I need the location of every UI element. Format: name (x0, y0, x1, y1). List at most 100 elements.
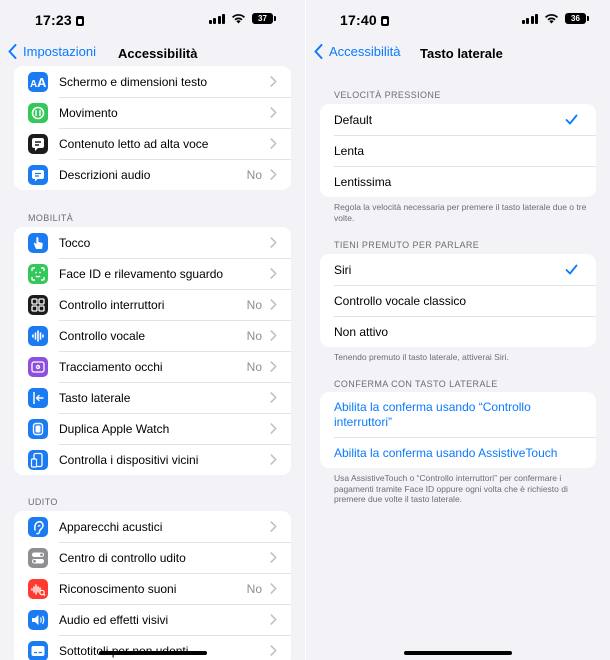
home-indicator (99, 651, 207, 655)
confirm-footer: Usa AssistiveTouch o “Controllo interrut… (334, 473, 568, 504)
sound-recognition-icon (28, 578, 48, 599)
spoken-content-icon (28, 133, 48, 154)
row-value: No (246, 328, 262, 343)
chevron-right-icon (270, 521, 277, 532)
settings-row-tracciamento-occhi[interactable]: Tracciamento occhi No (14, 351, 291, 382)
option-lenta[interactable]: Lenta (320, 135, 596, 166)
section-header-hearing: UDITO (28, 497, 58, 507)
settings-row-apparecchi-acustici[interactable]: Apparecchi acustici (14, 511, 291, 542)
option-default[interactable]: Default (320, 104, 596, 135)
row-label: Audio ed effetti visivi (59, 612, 169, 627)
audio-visual-icon (28, 609, 48, 630)
chevron-right-icon (270, 645, 277, 656)
chevron-right-icon (270, 361, 277, 372)
settings-row-sottotitoli-per-non-udenti[interactable]: Sottotitoli per non udenti (14, 635, 291, 660)
option-label: Siri (334, 262, 352, 277)
row-label: Controllo vocale (59, 328, 146, 343)
subtitles-icon (28, 640, 48, 660)
accessibility-screen: 17:23 37 Impostazioni Accessibilità A A Sc… (0, 0, 305, 660)
settings-row-riconoscimento-suoni[interactable]: Riconoscimento suoni No (14, 573, 291, 604)
cellular-signal-icon (208, 13, 225, 24)
back-label: Accessibilità (329, 44, 401, 59)
chevron-right-icon (270, 107, 277, 118)
option-label: Lentissima (334, 174, 392, 189)
chevron-right-icon (270, 552, 277, 563)
row-value: No (246, 297, 262, 312)
back-button[interactable]: Impostazioni (8, 44, 96, 59)
chevron-right-icon (270, 614, 277, 625)
row-label: Movimento (59, 105, 118, 120)
settings-row-controlla-i-dispositivi-vicini[interactable]: Controlla i dispositivi vicini (14, 444, 291, 475)
chevron-right-icon (270, 330, 277, 341)
checkmark-icon (565, 114, 578, 125)
link-label: Abilita la conferma usando “Controllo in… (334, 399, 531, 429)
chevron-right-icon (270, 454, 277, 465)
settings-row-controllo-vocale[interactable]: Controllo vocale No (14, 320, 291, 351)
row-label: Tasto laterale (59, 390, 131, 405)
side-button-screen: 17:40 36 Accessibilità Tasto laterale VE… (306, 0, 610, 660)
status-bar: 17:23 37 (0, 0, 305, 40)
link-label: Abilita la conferma usando AssistiveTouc… (334, 445, 558, 460)
settings-row-duplica-apple-watch[interactable]: Duplica Apple Watch (14, 413, 291, 444)
row-label: Descrizioni audio (59, 167, 151, 182)
touch-icon (28, 232, 48, 253)
settings-row-contenuto-letto-ad-alta-voce[interactable]: Contenuto letto ad alta voce (14, 128, 291, 159)
chevron-right-icon (270, 138, 277, 149)
navigation-bar: Impostazioni Accessibilità (0, 40, 305, 68)
hearing-control-icon (28, 547, 48, 568)
battery-icon: 37 (252, 13, 276, 24)
option-label: Lenta (334, 143, 365, 158)
switch-control-icon (28, 294, 48, 315)
option-non-attivo[interactable]: Non attivo (320, 316, 596, 347)
page-title: Tasto laterale (420, 46, 503, 61)
option-label: Default (334, 112, 373, 127)
settings-row-controllo-interruttori[interactable]: Controllo interruttori No (14, 289, 291, 320)
checkmark-icon (565, 264, 578, 275)
row-label: Controlla i dispositivi vicini (59, 452, 199, 467)
chevron-right-icon (270, 237, 277, 248)
chevron-left-icon (314, 44, 323, 59)
chevron-right-icon (270, 299, 277, 310)
navigation-bar: Accessibilità Tasto laterale (306, 40, 610, 68)
chevron-left-icon (8, 44, 17, 59)
hearing-group: Apparecchi acustici Centro di controllo u… (14, 511, 291, 660)
option-label: Non attivo (334, 324, 389, 339)
option-controllo-vocale-classico[interactable]: Controllo vocale classico (320, 285, 596, 316)
speed-footer: Regola la velocità necessaria per premer… (334, 202, 587, 223)
face-id-icon (28, 263, 48, 284)
row-label: Tracciamento occhi (59, 359, 163, 374)
option-lentissima[interactable]: Lentissima (320, 166, 596, 197)
enable-switch-control-confirmation-link[interactable]: Abilita la conferma usando “Controllo in… (320, 392, 596, 437)
row-value: No (246, 581, 262, 596)
back-button[interactable]: Accessibilità (314, 44, 401, 59)
option-siri[interactable]: Siri (320, 254, 596, 285)
hold-footer: Tenendo premuto il tasto laterale, attiv… (334, 352, 509, 362)
hearing-aid-icon (28, 516, 48, 537)
row-label: Centro di controllo udito (59, 550, 186, 565)
chevron-right-icon (270, 392, 277, 403)
home-indicator (404, 651, 512, 655)
apple-watch-icon (28, 418, 48, 439)
section-header-confirm: CONFERMA CON TASTO LATERALE (334, 379, 498, 389)
settings-row-tasto-laterale[interactable]: Tasto laterale (14, 382, 291, 413)
eye-tracking-icon (28, 356, 48, 377)
speed-options: Default Lenta Lentissima (320, 104, 596, 197)
focus-icon (75, 16, 84, 26)
section-header-speed: VELOCITÀ PRESSIONE (334, 90, 441, 100)
settings-row-descrizioni-audio[interactable]: Descrizioni audio No (14, 159, 291, 190)
row-value: No (246, 167, 262, 182)
settings-row-audio-ed-effetti-visivi[interactable]: Audio ed effetti visivi (14, 604, 291, 635)
settings-row-centro-di-controllo-udito[interactable]: Centro di controllo udito (14, 542, 291, 573)
settings-row-tocco[interactable]: Tocco (14, 227, 291, 258)
battery-level: 37 (258, 14, 267, 23)
cellular-signal-icon (521, 13, 538, 24)
settings-row-schermo-e-dimensioni-testo[interactable]: A A Schermo e dimensioni testo (14, 66, 291, 97)
mobility-group: Tocco Face ID e rilevamento sguardo Contro… (14, 227, 291, 475)
row-label: Duplica Apple Watch (59, 421, 170, 436)
nearby-devices-icon (28, 449, 48, 470)
settings-row-movimento[interactable]: Movimento (14, 97, 291, 128)
row-label: Face ID e rilevamento sguardo (59, 266, 224, 281)
settings-row-face-id-e-rilevamento-sguardo[interactable]: Face ID e rilevamento sguardo (14, 258, 291, 289)
enable-assistivetouch-confirmation-link[interactable]: Abilita la conferma usando AssistiveTouc… (320, 437, 596, 468)
row-value: No (246, 359, 262, 374)
